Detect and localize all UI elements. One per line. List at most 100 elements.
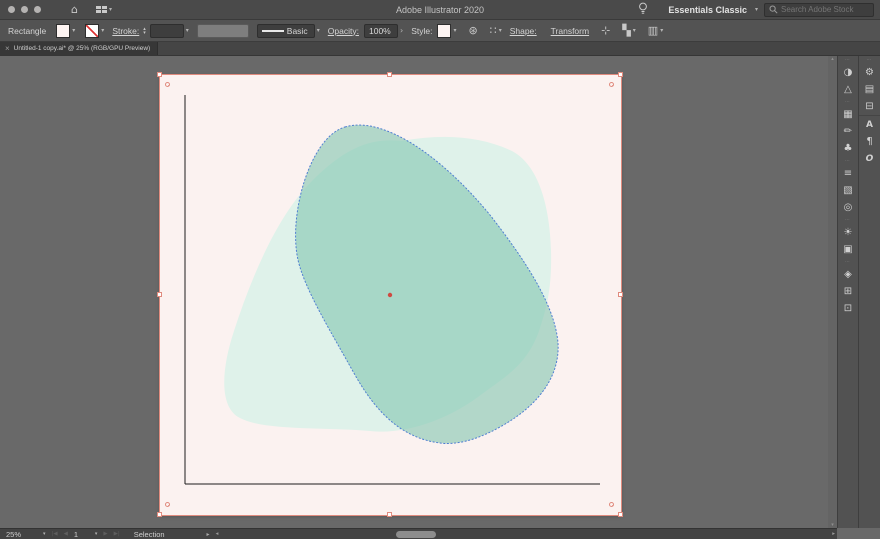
artboard[interactable]	[157, 72, 623, 517]
corner-widget-bottom-left[interactable]	[165, 502, 170, 507]
control-bar: Rectangle ▾ ▾ Stroke: ▴ ▾ ▾ Basic ▾ Opac…	[0, 20, 880, 42]
zoom-level-field[interactable]: 25%	[6, 530, 40, 539]
panel-dock: ⋯ ◑ △ ⋯ ▦ ✏ ♣ ⋯ ≡ ▧ ◎ ⋯ ☀ ▣ ⋯ ◈ ⊞ ⊡ ⋯ ⚙ …	[837, 56, 880, 528]
opacity-label[interactable]: Opacity:	[328, 26, 359, 36]
workspace-switcher-button[interactable]: Essentials Classic ▾	[662, 3, 764, 17]
workspace-chevron-icon: ▾	[754, 6, 758, 13]
panel-group-grip[interactable]: ⋯	[845, 98, 851, 106]
scroll-up-icon[interactable]: ▴	[831, 56, 834, 62]
maximize-window-button[interactable]	[34, 6, 41, 13]
opacity-more-icon[interactable]: ›	[400, 26, 403, 35]
align-icon[interactable]: ▥	[648, 24, 658, 37]
stroke-weight-dropdown[interactable]	[149, 23, 184, 38]
align-chevron-icon[interactable]: ▾	[660, 27, 663, 34]
search-input[interactable]	[781, 5, 861, 14]
panel-group-grip[interactable]: ⋯	[845, 157, 851, 165]
discover-lightbulb-icon[interactable]	[638, 2, 648, 17]
opacity-field[interactable]: 100%	[363, 23, 398, 38]
brush-name: Basic	[286, 25, 308, 36]
selection-handle-mid-left[interactable]	[157, 292, 162, 297]
selection-handle-top-right[interactable]	[618, 72, 623, 77]
artboards-panel-icon-alt[interactable]: ⊟	[859, 98, 880, 115]
swatches-panel-icon[interactable]: ▦	[838, 106, 858, 123]
transform-label[interactable]: Transform	[551, 26, 589, 36]
pixel-grid-chevron-icon[interactable]: ▾	[499, 27, 502, 34]
pixel-grid-icon[interactable]: ∷	[490, 24, 497, 37]
stroke-chevron-icon[interactable]: ▾	[101, 27, 104, 34]
document-tab[interactable]: × Untitled-1 copy.ai* @ 25% (RGB/GPU Pre…	[0, 42, 158, 55]
properties-panel-icon[interactable]: ⚙	[859, 64, 880, 81]
libraries-panel-icon[interactable]: ▤	[859, 81, 880, 98]
selection-handle-top-mid[interactable]	[387, 72, 392, 77]
selection-handle-mid-right[interactable]	[618, 292, 623, 297]
shape-label[interactable]: Shape:	[510, 26, 537, 36]
tab-close-icon[interactable]: ×	[5, 44, 10, 53]
minimize-window-button[interactable]	[21, 6, 28, 13]
corner-widget-top-right[interactable]	[609, 82, 614, 87]
status-menu-arrow-icon[interactable]: ▸	[207, 531, 210, 538]
corner-widget-top-left[interactable]	[165, 82, 170, 87]
style-swatch[interactable]	[437, 23, 452, 38]
horizontal-scroll-thumb[interactable]	[396, 530, 437, 538]
graphic-styles-panel-icon[interactable]: ▣	[838, 241, 858, 258]
symbols-panel-icon[interactable]: ♣	[838, 140, 858, 157]
corner-widget-bottom-right[interactable]	[609, 502, 614, 507]
artboard-chevron-icon[interactable]: ▾	[95, 531, 98, 537]
artboards-panel-icon[interactable]: ⊞	[838, 283, 858, 300]
horizontal-scroll-track[interactable]	[220, 530, 830, 538]
stroke-swatch[interactable]	[85, 23, 100, 38]
scroll-left-icon[interactable]: ◂	[214, 531, 221, 537]
prev-artboard-icon[interactable]: ◀	[64, 531, 68, 537]
home-icon[interactable]: ⌂	[71, 0, 78, 20]
selection-center-anchor[interactable]	[387, 292, 393, 298]
brushes-panel-icon[interactable]: ✏	[838, 123, 858, 140]
paragraph-panel-icon[interactable]: ¶	[859, 133, 880, 150]
panel-group-grip[interactable]: ⋯	[845, 258, 851, 266]
first-artboard-icon[interactable]: |◀	[52, 531, 58, 537]
gradient-panel-icon[interactable]: ▧	[838, 182, 858, 199]
isolate-object-icon[interactable]: ⊹	[601, 24, 610, 37]
stroke-weight-label[interactable]: Stroke:	[112, 26, 139, 36]
panel-group-grip[interactable]: ⋯	[845, 216, 851, 224]
vertical-scrollbar[interactable]: ▴ ▾	[828, 56, 837, 528]
next-artboard-icon[interactable]: ▶	[103, 531, 107, 537]
fill-chevron-icon[interactable]: ▾	[72, 27, 75, 34]
horizontal-scrollbar[interactable]: ◂ ▸	[214, 529, 837, 539]
stroke-panel-icon[interactable]: ≡	[838, 165, 858, 182]
stroke-weight-stepper[interactable]: ▴ ▾	[143, 26, 146, 35]
variable-width-profile-dropdown[interactable]	[196, 23, 249, 38]
selection-handle-bottom-mid[interactable]	[387, 512, 392, 517]
asset-export-panel-icon[interactable]: ⊡	[838, 300, 858, 317]
panel-group-grip[interactable]: ⋯	[867, 56, 873, 64]
fill-swatch[interactable]	[56, 23, 71, 38]
color-guide-panel-icon[interactable]: △	[838, 81, 858, 98]
selection-handle-bottom-right[interactable]	[618, 512, 623, 517]
artwork-layer	[184, 95, 600, 485]
zoom-chevron-icon[interactable]: ▾	[43, 531, 46, 537]
recolor-artwork-icon[interactable]: ⊛	[468, 24, 477, 37]
scroll-right-icon[interactable]: ▸	[830, 531, 837, 537]
layers-panel-icon[interactable]: ◈	[838, 266, 858, 283]
character-panel-icon[interactable]: A	[859, 116, 880, 133]
selection-handle-bottom-left[interactable]	[157, 512, 162, 517]
artboard-number-field[interactable]: 1	[74, 530, 92, 539]
canvas-pasteboard[interactable]: ▴ ▾	[0, 56, 837, 528]
transparency-panel-icon[interactable]: ◎	[838, 199, 858, 216]
stepper-down-icon[interactable]: ▾	[143, 30, 146, 35]
color-panel-icon[interactable]: ◑	[838, 64, 858, 81]
panel-group-grip[interactable]: ⋯	[845, 56, 851, 64]
brush-chevron-icon[interactable]: ▾	[317, 27, 320, 34]
app-switcher-chevron-icon[interactable]: ▾	[109, 6, 112, 13]
select-similar-chevron-icon[interactable]: ▾	[633, 27, 636, 34]
selection-handle-top-left[interactable]	[157, 72, 162, 77]
style-chevron-icon[interactable]: ▾	[453, 27, 456, 34]
appearance-panel-icon[interactable]: ☀	[838, 224, 858, 241]
adobe-stock-search[interactable]	[764, 2, 874, 17]
opentype-panel-icon[interactable]: O	[859, 150, 880, 167]
select-similar-icon[interactable]: ▚	[622, 24, 630, 37]
close-window-button[interactable]	[8, 6, 15, 13]
last-artboard-icon[interactable]: ▶|	[114, 531, 120, 537]
app-switcher-icon[interactable]	[95, 6, 107, 13]
brush-definition-dropdown[interactable]: Basic	[256, 23, 315, 38]
stroke-weight-chevron-icon[interactable]: ▾	[186, 27, 189, 34]
